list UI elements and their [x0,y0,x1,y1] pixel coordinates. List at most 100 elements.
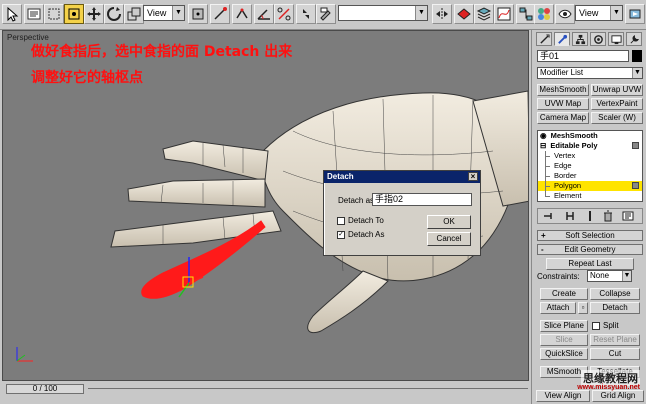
collapse-minus-icon: - [541,245,544,254]
view-align-button[interactable]: View Align [536,390,590,402]
time-slider[interactable]: 0 / 100 [6,384,84,394]
grid-align-button[interactable]: Grid Align [592,390,644,402]
edit-geometry-rollout[interactable]: - Edit Geometry [537,244,643,255]
modifier-stack[interactable]: ◉ MeshSmooth ⊟ Editable Poly Vertex Edge… [537,130,643,202]
spinner-snap-icon[interactable] [296,4,316,24]
rotate-icon[interactable] [104,4,124,24]
chevron-down-icon: ▼ [415,6,427,20]
detach-as-clone-label: Detach As [348,230,385,239]
material-editor-icon[interactable] [534,4,554,24]
show-end-result-icon[interactable] [564,210,578,222]
collapse-button[interactable]: Collapse [590,288,640,300]
split-label: Split [603,321,619,330]
stack-item-editable-poly[interactable]: ⊟ Editable Poly [538,141,642,151]
expand-minus-icon[interactable]: ⊟ [538,141,546,150]
chevron-down-icon: ▼ [610,6,622,20]
pivot-center-icon[interactable] [188,4,208,24]
command-panel: 手01 Modifier List ▼ MeshSmooth Unwrap UVW… [531,30,646,404]
expand-plus-icon: + [541,231,546,240]
mirror-icon[interactable] [432,4,452,24]
object-color-swatch[interactable] [632,50,642,62]
detach-to-label: Detach To [348,216,384,225]
detach-to-checkbox[interactable] [337,217,345,225]
quickslice-button[interactable]: QuickSlice [540,348,588,360]
remove-modifier-icon[interactable] [602,210,616,222]
quick-render-icon[interactable] [625,4,645,24]
constraints-dropdown[interactable]: None ▼ [587,270,632,282]
dialog-titlebar[interactable]: Detach × [324,171,480,183]
detach-button[interactable]: Detach [590,302,640,314]
uvw-map-modifier-button[interactable]: UVW Map [537,98,589,110]
chevron-down-icon: ▼ [632,68,642,78]
object-name-field[interactable]: 手01 [537,50,629,62]
motion-tab-icon[interactable] [590,32,606,46]
window-crossing-icon[interactable] [64,4,84,24]
detach-as-clone-checkbox[interactable]: ✓ [337,231,345,239]
named-selection-dropdown[interactable]: ▼ [338,5,428,21]
chevron-down-icon: ▼ [622,271,631,281]
layer-manager-icon[interactable] [474,4,494,24]
snap-toggle-icon[interactable] [232,4,252,24]
main-toolbar: View ▼ ▼ View ▼ [0,0,646,30]
move-icon[interactable] [84,4,104,24]
slice-plane-button[interactable]: Slice Plane [540,320,588,332]
utilities-tab-icon[interactable] [626,32,642,46]
attach-list-icon[interactable]: ▫ [578,302,588,314]
stack-item-polygon[interactable]: Polygon [538,181,642,191]
stack-item-vertex[interactable]: Vertex [538,151,642,161]
configure-modifier-sets-icon[interactable] [622,210,636,222]
subobject-status-icon [632,142,639,149]
meshsmooth-modifier-button[interactable]: MeshSmooth [537,84,589,96]
align-icon[interactable] [454,4,474,24]
ok-button[interactable]: OK [427,215,471,229]
perspective-viewport[interactable]: Perspective 做好食指后，选中食指的面 Detach 出来 调整好它的… [2,30,529,381]
watermark-url: www.missyuan.net [577,384,640,391]
subobject-status-icon [632,182,639,189]
select-object-icon[interactable] [2,4,22,24]
pin-stack-icon[interactable] [542,210,556,222]
make-unique-icon[interactable] [584,210,598,222]
modifier-list-dropdown[interactable]: Modifier List ▼ [537,67,643,79]
stack-item-meshsmooth[interactable]: ◉ MeshSmooth [538,131,642,141]
reset-plane-button[interactable]: Reset Plane [590,334,640,346]
schematic-view-icon[interactable] [516,4,536,24]
stack-item-edge[interactable]: Edge [538,161,642,171]
lightbulb-icon[interactable]: ◉ [538,131,547,140]
scale-icon[interactable] [124,4,144,24]
scaler-modifier-button[interactable]: Scaler (W) [591,112,643,124]
time-track[interactable] [88,388,528,389]
stack-item-element[interactable]: Element [538,191,642,201]
modify-tab-icon[interactable] [554,32,570,46]
vertexpaint-modifier-button[interactable]: VertexPaint [591,98,643,110]
soft-selection-rollout[interactable]: + Soft Selection [537,230,643,241]
camera-map-modifier-button[interactable]: Camera Map [537,112,589,124]
dialog-title: Detach [327,172,354,181]
detach-as-input[interactable]: 手指02 [372,193,472,206]
repeat-last-button[interactable]: Repeat Last [546,258,634,270]
cancel-button[interactable]: Cancel [427,232,471,246]
select-by-name-icon[interactable] [24,4,44,24]
reference-coord-dropdown[interactable]: View ▼ [143,5,185,21]
curve-editor-icon[interactable] [494,4,514,24]
angle-snap-icon[interactable] [254,4,274,24]
time-bar: 0 / 100 [2,382,529,396]
create-button[interactable]: Create [540,288,588,300]
hierarchy-tab-icon[interactable] [572,32,588,46]
render-type-dropdown[interactable]: View ▼ [575,5,623,21]
unwrap-uvw-modifier-button[interactable]: Unwrap UVW [591,84,643,96]
stack-toolbar [537,208,643,224]
edit-named-selection-icon[interactable] [316,4,336,24]
percent-snap-icon[interactable] [274,4,294,24]
region-select-icon[interactable] [44,4,64,24]
stack-item-border[interactable]: Border [538,171,642,181]
cut-button[interactable]: Cut [590,348,640,360]
close-icon[interactable]: × [468,172,478,181]
attach-button[interactable]: Attach [540,302,576,314]
display-tab-icon[interactable] [608,32,624,46]
render-scene-icon[interactable] [555,4,575,24]
slice-button[interactable]: Slice [540,334,588,346]
split-checkbox[interactable] [592,322,600,330]
create-tab-icon[interactable] [536,32,552,46]
select-and-manipulate-icon[interactable] [210,4,230,24]
chevron-down-icon: ▼ [172,6,184,20]
